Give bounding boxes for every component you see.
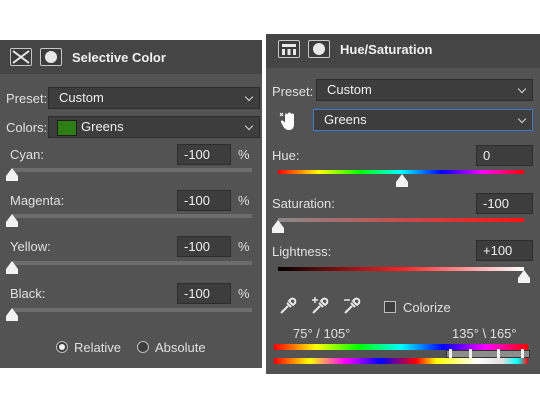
colorize-label[interactable]: Colorize <box>403 300 451 315</box>
magenta-label: Magenta: <box>10 193 65 208</box>
cyan-label: Cyan: <box>10 147 44 162</box>
saturation-label: Saturation: <box>272 196 335 211</box>
relative-radio[interactable] <box>56 341 68 353</box>
range-left-label: 75° / 105° <box>293 326 351 341</box>
relative-label[interactable]: Relative <box>74 340 121 355</box>
layer-mask-icon[interactable] <box>308 40 330 58</box>
black-unit: % <box>238 286 250 301</box>
hue-saturation-header: Hue/Saturation <box>266 34 540 68</box>
hue-sat-adjust-icon[interactable] <box>278 40 300 58</box>
saturation-slider-thumb[interactable] <box>272 220 284 233</box>
colors-label: Colors: <box>6 120 48 135</box>
hue-saturation-panel: Hue/Saturation Preset: Custom Greens Hue… <box>266 34 540 374</box>
cyan-unit: % <box>238 147 250 162</box>
yellow-slider-thumb[interactable] <box>6 261 18 274</box>
chevron-down-icon <box>517 84 527 94</box>
preset-value: Custom <box>59 90 104 105</box>
layer-mask-icon[interactable] <box>40 48 62 66</box>
range-right-label: 135° \ 165° <box>452 326 517 341</box>
chevron-down-icon <box>517 114 527 124</box>
preset-label: Preset: <box>272 84 314 99</box>
cyan-slider-thumb[interactable] <box>6 168 18 181</box>
lightness-slider-thumb[interactable] <box>518 270 530 283</box>
colors-value: Greens <box>81 119 124 134</box>
absolute-radio[interactable] <box>137 341 149 353</box>
selective-color-header: Selective Color <box>0 40 262 74</box>
magenta-unit: % <box>238 193 250 208</box>
saturation-value-field[interactable]: -100 <box>476 193 533 214</box>
channel-dropdown[interactable]: Greens <box>313 109 533 131</box>
hue-label: Hue: <box>272 148 300 163</box>
eyedropper-icon[interactable] <box>278 296 298 316</box>
lightness-value-field[interactable]: +100 <box>476 240 533 261</box>
panel-title: Selective Color <box>72 50 166 65</box>
eyedropper-minus-icon[interactable] <box>342 296 362 316</box>
colors-dropdown[interactable]: Greens <box>48 116 260 138</box>
color-swatch <box>57 120 77 136</box>
magenta-slider-track[interactable] <box>12 214 252 218</box>
cyan-slider-track[interactable] <box>12 168 252 172</box>
yellow-value-field[interactable]: -100 <box>177 236 231 257</box>
preset-dropdown[interactable]: Custom <box>48 87 260 109</box>
channel-value: Greens <box>324 112 367 127</box>
chevron-down-icon <box>244 92 254 102</box>
magenta-slider-thumb[interactable] <box>6 214 18 227</box>
black-value-field[interactable]: -100 <box>177 283 231 304</box>
yellow-slider-track[interactable] <box>12 261 252 265</box>
selective-color-mask-icon[interactable] <box>10 48 32 66</box>
black-slider-thumb[interactable] <box>6 308 18 321</box>
panel-title: Hue/Saturation <box>340 42 433 57</box>
targeted-adjust-hand-icon[interactable] <box>278 111 300 133</box>
chevron-down-icon <box>244 121 254 131</box>
saturation-slider-track[interactable] <box>278 218 524 222</box>
preset-value: Custom <box>327 82 372 97</box>
yellow-unit: % <box>238 239 250 254</box>
magenta-value-field[interactable]: -100 <box>177 190 231 211</box>
lightness-label: Lightness: <box>272 244 332 259</box>
lightness-slider-track[interactable] <box>278 267 524 271</box>
eyedropper-plus-icon[interactable] <box>310 296 330 316</box>
range-selector[interactable] <box>446 349 530 359</box>
colorize-checkbox[interactable] <box>384 301 396 313</box>
cyan-value-field[interactable]: -100 <box>177 144 231 165</box>
preset-label: Preset: <box>6 91 48 106</box>
selective-color-panel: Selective Color Preset: Custom Colors: G… <box>0 40 262 368</box>
black-label: Black: <box>10 286 46 301</box>
hue-value-field[interactable]: 0 <box>476 145 533 166</box>
hue-slider-thumb[interactable] <box>396 174 408 187</box>
yellow-label: Yellow: <box>10 239 51 254</box>
black-slider-track[interactable] <box>12 308 252 312</box>
preset-dropdown[interactable]: Custom <box>316 79 533 101</box>
absolute-label[interactable]: Absolute <box>155 340 206 355</box>
hue-range-bar-bottom <box>274 358 528 364</box>
